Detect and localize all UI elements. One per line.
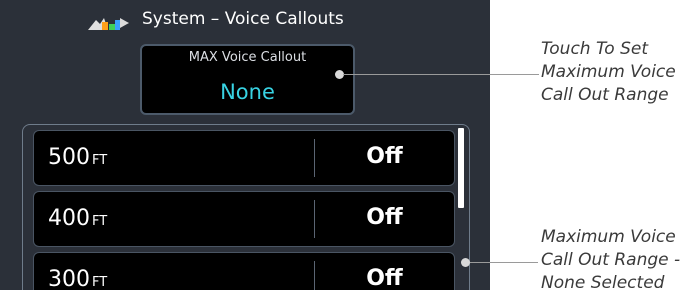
row-altitude: 400 FT — [48, 206, 108, 231]
device-screen: System – Voice Callouts MAX Voice Callou… — [0, 0, 490, 290]
row-altitude: 500 FT — [48, 145, 108, 170]
max-voice-callout-button[interactable]: MAX Voice Callout None — [140, 44, 355, 115]
max-voice-callout-value: None — [220, 80, 275, 104]
leader-dot-bottom — [461, 258, 470, 267]
annotation-bottom: Maximum Voice Call Out Range - None Sele… — [541, 227, 681, 293]
row-state: Off — [366, 205, 403, 230]
row-state: Off — [366, 266, 403, 290]
callout-row-500[interactable]: 500 FT Off — [33, 130, 455, 186]
leader-line-top — [343, 74, 539, 75]
callout-row-400[interactable]: 400 FT Off — [33, 191, 455, 247]
system-tools-icon — [88, 18, 129, 30]
row-state: Off — [366, 144, 403, 169]
leader-line-bottom — [470, 262, 538, 263]
callout-row-300[interactable]: 300 FT Off — [33, 252, 455, 290]
annotation-top: Touch To Set Maximum Voice Call Out Rang… — [541, 39, 676, 105]
max-voice-callout-label: MAX Voice Callout — [188, 50, 307, 65]
title-bar: System – Voice Callouts — [0, 0, 490, 40]
row-altitude: 300 FT — [48, 267, 108, 290]
page-title: System – Voice Callouts — [142, 9, 344, 29]
scrollbar-thumb[interactable] — [458, 128, 464, 208]
